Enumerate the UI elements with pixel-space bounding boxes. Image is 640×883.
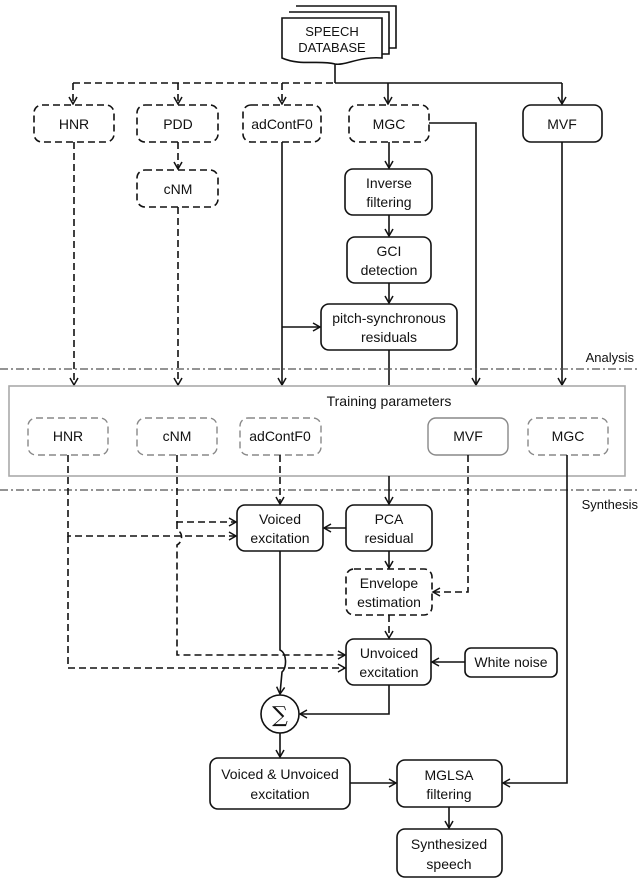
svg-text:pitch-synchronous: pitch-synchronous xyxy=(332,310,446,326)
svg-text:Unvoiced: Unvoiced xyxy=(360,645,418,661)
training-param-adcontf0: adContF0 xyxy=(239,417,322,456)
svg-text:HNR: HNR xyxy=(53,428,83,444)
node-synthesized-speech: Synthesized speech xyxy=(396,828,503,878)
svg-text:Inverse: Inverse xyxy=(366,175,412,191)
svg-text:residuals: residuals xyxy=(361,329,417,345)
node-cnm: cNM xyxy=(136,169,219,208)
arrow-voiced-to-sum xyxy=(275,551,287,696)
svg-text:MVF: MVF xyxy=(453,428,483,444)
svg-text:estimation: estimation xyxy=(357,594,421,610)
svg-text:filtering: filtering xyxy=(366,194,411,210)
node-pitch-synchronous-residuals: pitch-synchronous residuals xyxy=(320,303,458,351)
svg-text:speech: speech xyxy=(426,856,471,872)
speech-database-node: SPEECH DATABASE xyxy=(281,5,397,66)
training-param-cnm: cNM xyxy=(136,417,218,456)
svg-text:Synthesized: Synthesized xyxy=(411,836,487,852)
svg-text:GCI: GCI xyxy=(377,243,402,259)
svg-text:MGC: MGC xyxy=(552,428,585,444)
node-inverse-filtering: Inverse filtering xyxy=(344,168,433,216)
svg-text:PCA: PCA xyxy=(375,511,404,527)
node-voiced-unvoiced-excitation: Voiced & Unvoiced excitation xyxy=(209,757,351,810)
svg-text:MGC: MGC xyxy=(373,116,406,132)
arrow-mgc-to-mglsa xyxy=(501,455,568,788)
svg-text:adContF0: adContF0 xyxy=(251,116,313,132)
svg-text:filtering: filtering xyxy=(426,786,471,802)
svg-text:residual: residual xyxy=(364,530,413,546)
svg-text:excitation: excitation xyxy=(250,530,309,546)
arrow-hnr-to-unvoiced xyxy=(67,536,347,673)
svg-text:cNM: cNM xyxy=(163,428,192,444)
node-hnr: HNR xyxy=(33,104,115,143)
svg-text:excitation: excitation xyxy=(250,786,309,802)
svg-text:excitation: excitation xyxy=(359,664,418,680)
arrow-hnr-to-voiced xyxy=(67,455,238,541)
node-mvf: MVF xyxy=(522,104,603,143)
database-label-line1: SPEECH xyxy=(305,24,358,39)
flow-diagram: SPEECH DATABASE HNR PDD adContF0 MGC MVF… xyxy=(0,5,640,878)
node-adcontf0: adContF0 xyxy=(242,104,322,143)
node-mglsa-filtering: MGLSA filtering xyxy=(396,759,503,808)
analysis-label: Analysis xyxy=(586,350,635,365)
svg-text:Voiced & Unvoiced: Voiced & Unvoiced xyxy=(221,766,339,782)
node-sum: ∑ xyxy=(260,694,300,734)
sum-icon: ∑ xyxy=(272,703,288,728)
svg-text:PDD: PDD xyxy=(163,116,193,132)
node-voiced-excitation: Voiced excitation xyxy=(236,504,324,552)
svg-text:Voiced: Voiced xyxy=(259,511,301,527)
node-envelope-estimation: Envelope estimation xyxy=(345,568,433,616)
node-pca-residual: PCA residual xyxy=(345,504,433,552)
database-label-line2: DATABASE xyxy=(298,40,366,55)
node-mgc: MGC xyxy=(348,104,430,143)
node-white-noise: White noise xyxy=(464,647,558,678)
arrow-unvoiced-to-sum xyxy=(298,685,390,719)
synthesis-label: Synthesis xyxy=(582,497,639,512)
training-param-hnr: HNR xyxy=(27,417,109,456)
training-param-mgc: MGC xyxy=(527,417,609,456)
training-parameters-label: Training parameters xyxy=(327,393,452,409)
node-pdd: PDD xyxy=(136,104,219,143)
svg-text:HNR: HNR xyxy=(59,116,89,132)
svg-text:MVF: MVF xyxy=(547,116,577,132)
svg-text:Envelope: Envelope xyxy=(360,575,419,591)
svg-text:White noise: White noise xyxy=(474,654,547,670)
training-param-mvf: MVF xyxy=(427,417,509,456)
svg-text:adContF0: adContF0 xyxy=(249,428,311,444)
arrow-cnm-to-voiced xyxy=(176,455,238,527)
node-gci-detection: GCI detection xyxy=(346,236,432,284)
svg-text:MGLSA: MGLSA xyxy=(424,767,474,783)
svg-text:cNM: cNM xyxy=(164,181,193,197)
svg-text:detection: detection xyxy=(361,262,418,278)
node-unvoiced-excitation: Unvoiced excitation xyxy=(345,638,432,686)
